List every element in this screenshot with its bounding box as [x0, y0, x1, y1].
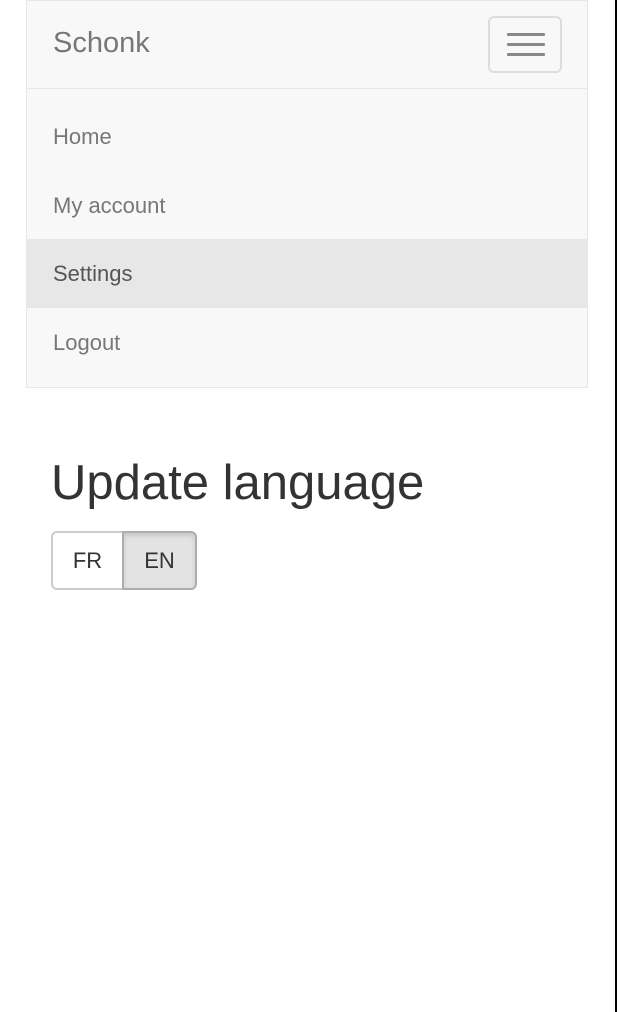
navbar-header: Schonk: [27, 1, 587, 89]
nav-menu: Home My account Settings Logout: [27, 102, 587, 376]
nav-item-label: My account: [53, 192, 166, 218]
navbar: Schonk Home My account Settings Logout: [26, 0, 588, 388]
nav-item-label: Settings: [53, 261, 133, 286]
nav-item-my-account[interactable]: My account: [27, 171, 587, 240]
navbar-toggle-button[interactable]: [488, 16, 562, 73]
nav-item-home[interactable]: Home: [27, 102, 587, 171]
language-fr-button[interactable]: FR: [51, 531, 124, 590]
nav-item-logout[interactable]: Logout: [27, 308, 587, 377]
nav-item-settings[interactable]: Settings: [27, 239, 587, 308]
language-en-button[interactable]: EN: [122, 531, 197, 590]
nav-item-label: Logout: [53, 329, 121, 355]
hamburger-bar-bottom: [507, 53, 545, 56]
page-title: Update language: [51, 456, 425, 510]
nav-item-label: Home: [53, 124, 112, 149]
language-button-group: FR EN: [51, 531, 197, 590]
brand-link[interactable]: Schonk: [53, 26, 150, 60]
hamburger-bar-top: [507, 33, 545, 36]
hamburger-bar-middle: [507, 43, 545, 46]
